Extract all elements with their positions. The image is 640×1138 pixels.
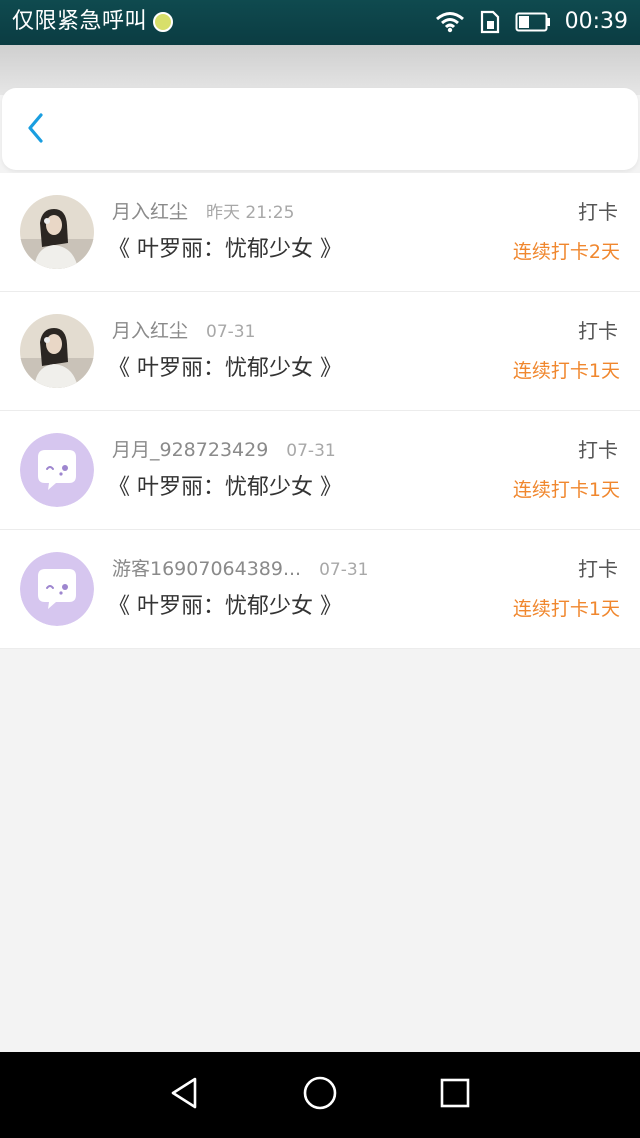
action-label: 打卡 xyxy=(578,557,618,581)
username: 游客16907064389... xyxy=(112,558,302,580)
status-bar: 仅限紧急呼叫 00:39 xyxy=(0,0,640,45)
list-item[interactable]: 月入红尘 07-31 《 叶罗丽：忧郁少女 》 打卡 连续打卡1天 xyxy=(0,292,640,411)
book-title: 《 叶罗丽：忧郁少女 》 xyxy=(108,594,342,619)
streak-label: 连续打卡1天 xyxy=(512,360,620,382)
action-label: 打卡 xyxy=(578,438,618,462)
streak-label: 连续打卡1天 xyxy=(512,598,620,620)
header xyxy=(2,88,638,170)
checkin-list: 月入红尘 昨天 21:25 《 叶罗丽：忧郁少女 》 打卡 连续打卡2天 月入红… xyxy=(0,173,640,649)
username: 月月_928723429 xyxy=(112,439,269,461)
timestamp: 07-31 xyxy=(206,322,256,342)
name-line: 月入红尘 昨天 21:25 xyxy=(112,199,294,226)
clock-text: 00:39 xyxy=(564,9,628,34)
streak-label: 连续打卡2天 xyxy=(512,241,620,263)
nav-bar xyxy=(0,1052,640,1138)
nav-recents-button[interactable] xyxy=(435,1075,475,1115)
back-button[interactable] xyxy=(18,112,54,148)
wifi-icon xyxy=(435,11,465,33)
avatar[interactable] xyxy=(20,552,94,626)
streak-label: 连续打卡1天 xyxy=(512,479,620,501)
avatar[interactable] xyxy=(20,195,94,269)
nav-home-button[interactable] xyxy=(300,1075,340,1115)
home-circle-icon xyxy=(302,1075,338,1115)
name-line: 游客16907064389... 07-31 xyxy=(112,556,369,583)
username: 月入红尘 xyxy=(112,320,189,342)
back-triangle-icon xyxy=(169,1076,201,1114)
list-item[interactable]: 月月_928723429 07-31 《 叶罗丽：忧郁少女 》 打卡 连续打卡1… xyxy=(0,411,640,530)
list-item[interactable]: 月入红尘 昨天 21:25 《 叶罗丽：忧郁少女 》 打卡 连续打卡2天 xyxy=(0,173,640,292)
battery-icon xyxy=(515,11,551,33)
action-label: 打卡 xyxy=(578,200,618,224)
action-label: 打卡 xyxy=(578,319,618,343)
avatar[interactable] xyxy=(20,433,94,507)
book-title: 《 叶罗丽：忧郁少女 》 xyxy=(108,237,342,262)
list-item[interactable]: 游客16907064389... 07-31 《 叶罗丽：忧郁少女 》 打卡 连… xyxy=(0,530,640,649)
recents-square-icon xyxy=(439,1077,471,1113)
sim-icon xyxy=(153,12,174,32)
username: 月入红尘 xyxy=(112,201,189,223)
timestamp: 昨天 21:25 xyxy=(206,203,295,223)
carrier-text: 仅限紧急呼叫 xyxy=(12,9,148,34)
sim-card-icon xyxy=(479,10,501,34)
chevron-left-icon xyxy=(26,112,46,148)
status-right: 00:39 xyxy=(435,8,628,36)
status-left: 仅限紧急呼叫 xyxy=(12,8,174,36)
book-title: 《 叶罗丽：忧郁少女 》 xyxy=(108,356,342,381)
book-title: 《 叶罗丽：忧郁少女 》 xyxy=(108,475,342,500)
name-line: 月月_928723429 07-31 xyxy=(112,437,336,464)
name-line: 月入红尘 07-31 xyxy=(112,318,255,345)
avatar[interactable] xyxy=(20,314,94,388)
nav-back-button[interactable] xyxy=(165,1075,205,1115)
timestamp: 07-31 xyxy=(286,441,336,461)
timestamp: 07-31 xyxy=(319,560,369,580)
